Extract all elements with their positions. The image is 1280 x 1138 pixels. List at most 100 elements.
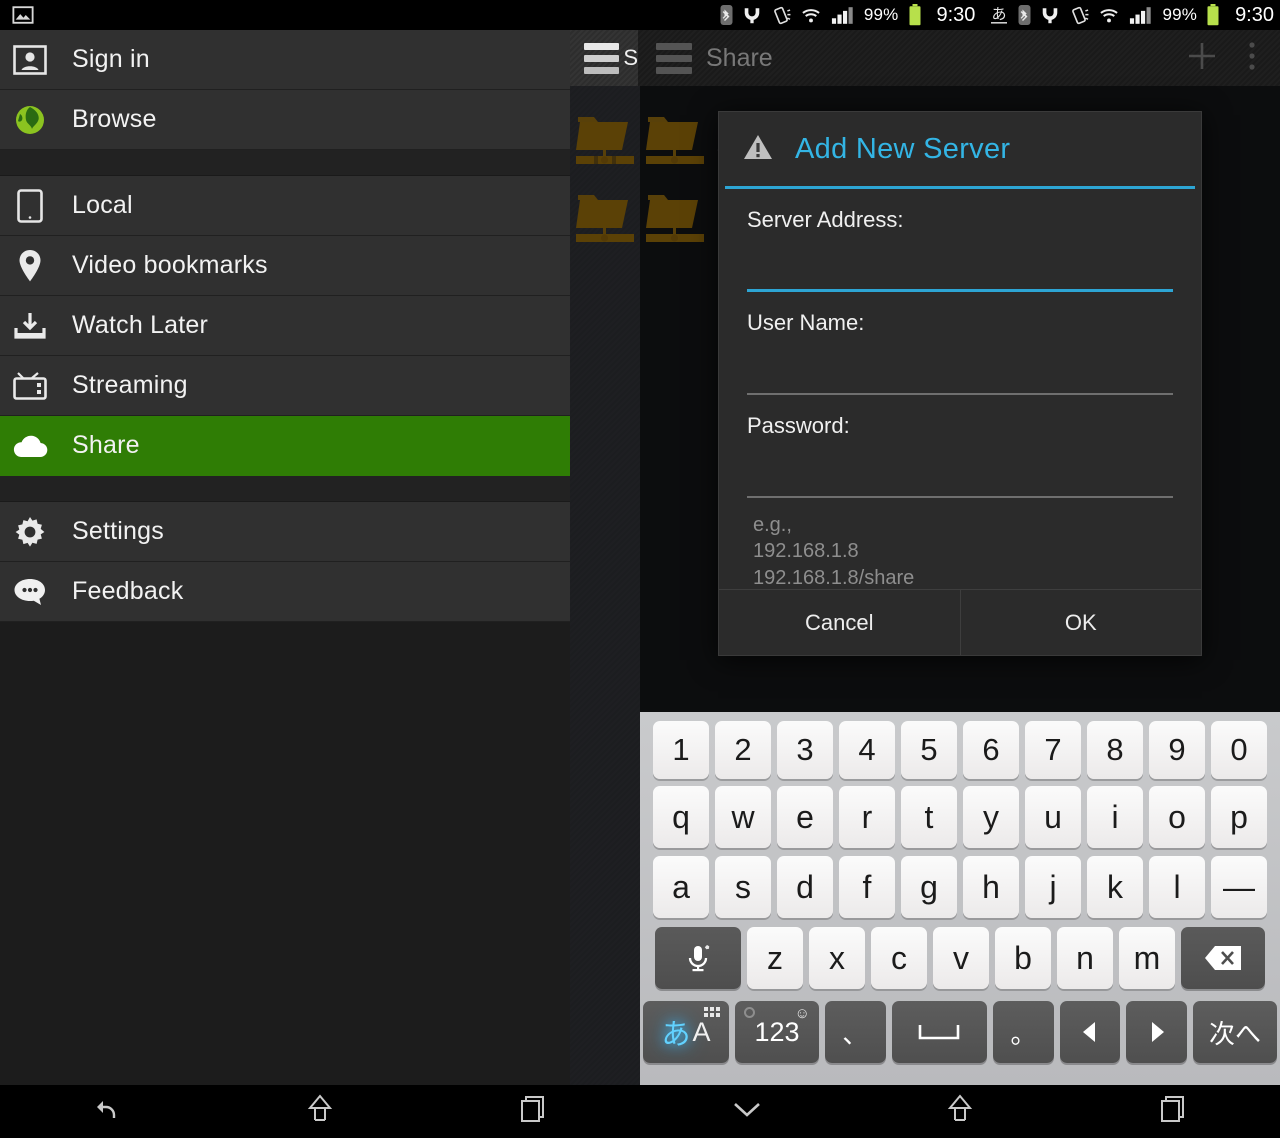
hide-keyboard-icon: [730, 1098, 764, 1125]
sidebar-item-feedback[interactable]: Feedback: [0, 562, 570, 622]
tablet-device-icon: [12, 188, 48, 224]
microphone-icon-key[interactable]: [655, 927, 741, 989]
backspace-icon-key[interactable]: [1181, 927, 1265, 989]
gallery-image-icon: [12, 4, 34, 26]
key-v[interactable]: v: [933, 927, 989, 989]
key-p[interactable]: p: [1211, 786, 1267, 848]
sidebar-item-local[interactable]: Local: [0, 176, 570, 236]
user-name-input[interactable]: [747, 340, 1173, 395]
sidebar-item-label: Video bookmarks: [72, 251, 268, 279]
key-e[interactable]: e: [777, 786, 833, 848]
sidebar-item-sign-in[interactable]: Sign in: [0, 30, 570, 90]
key-3[interactable]: 3: [777, 721, 833, 779]
sidebar-item-settings[interactable]: Settings: [0, 502, 570, 562]
server-address-input[interactable]: [747, 237, 1173, 292]
key-l[interactable]: l: [1149, 856, 1205, 918]
usb-tether-icon: [742, 6, 762, 25]
key-g[interactable]: g: [901, 856, 957, 918]
sidebar-item-share[interactable]: Share: [0, 416, 570, 476]
key-o[interactable]: o: [1149, 786, 1205, 848]
key-dash[interactable]: —: [1211, 856, 1267, 918]
location-pin-icon: [12, 248, 48, 284]
key-a[interactable]: a: [653, 856, 709, 918]
key-5[interactable]: 5: [901, 721, 957, 779]
hide-keyboard-button[interactable]: [640, 1098, 853, 1125]
dialog-body: Server Address: User Name: Password: e.g…: [719, 189, 1201, 591]
sidebar-item-label: Share: [72, 431, 140, 459]
key-y[interactable]: y: [963, 786, 1019, 848]
signal-icon: [831, 6, 855, 25]
key-q[interactable]: q: [653, 786, 709, 848]
device-screenshot: 99% 9:30 あ 99% 9:30 Sign in Browse Local…: [0, 0, 1280, 1138]
sidebar-item-streaming[interactable]: Streaming: [0, 356, 570, 416]
japanese-period-key[interactable]: 。: [993, 1001, 1054, 1063]
key-t[interactable]: t: [901, 786, 957, 848]
ok-button[interactable]: OK: [959, 590, 1201, 655]
key-1[interactable]: 1: [653, 721, 709, 779]
keyboard-row-numbers: 1234567890: [640, 712, 1280, 782]
recents-button[interactable]: [1067, 1094, 1280, 1129]
television-icon: [12, 368, 48, 404]
key-6[interactable]: 6: [963, 721, 1019, 779]
home-button[interactable]: [213, 1093, 426, 1130]
status-icons-right-screen: あ 99% 9:30: [989, 4, 1280, 27]
key-7[interactable]: 7: [1025, 721, 1081, 779]
hint-line-2: 192.168.1.8: [753, 540, 859, 563]
key-4[interactable]: 4: [839, 721, 895, 779]
space-bar-key[interactable]: [891, 1001, 988, 1063]
globe-icon: [12, 102, 48, 138]
arrow-left-key[interactable]: [1059, 1001, 1121, 1063]
key-k[interactable]: k: [1087, 856, 1143, 918]
overflow-menu-icon[interactable]: [1248, 40, 1256, 77]
key-f[interactable]: f: [839, 856, 895, 918]
password-input[interactable]: [747, 443, 1173, 498]
hamburger-menu-icon: [584, 42, 620, 74]
key-m[interactable]: m: [1119, 927, 1175, 989]
sidebar-item-watch-later[interactable]: Watch Later: [0, 296, 570, 356]
keyboard-grid-icon: [703, 1007, 720, 1019]
key-2[interactable]: 2: [715, 721, 771, 779]
key-u[interactable]: u: [1025, 786, 1081, 848]
arrow-right-key[interactable]: [1126, 1001, 1187, 1063]
key-8[interactable]: 8: [1087, 721, 1143, 779]
status-icons-left-screen: 99% 9:30: [720, 4, 990, 27]
key-r[interactable]: r: [839, 786, 895, 848]
key-x[interactable]: x: [809, 927, 865, 989]
status-bar: 99% 9:30 あ 99% 9:30: [0, 0, 1280, 30]
key-n[interactable]: n: [1057, 927, 1113, 989]
sidebar-item-browse[interactable]: Browse: [0, 90, 570, 150]
key-b[interactable]: b: [995, 927, 1051, 989]
sidebar-item-label: Sign in: [72, 45, 150, 73]
key-0[interactable]: 0: [1211, 721, 1267, 779]
sidebar-item-video-bookmarks[interactable]: Video bookmarks: [0, 236, 570, 296]
server-address-label: Server Address:: [747, 207, 904, 232]
ime-language-toggle-key[interactable]: あ A: [643, 1001, 729, 1063]
key-j[interactable]: j: [1025, 856, 1081, 918]
key-w[interactable]: w: [715, 786, 771, 848]
key-c[interactable]: c: [871, 927, 927, 989]
numeric-symbol-key[interactable]: 123 ☺: [734, 1001, 819, 1063]
recents-button[interactable]: [427, 1094, 640, 1129]
japanese-comma-key[interactable]: 、: [824, 1001, 886, 1063]
keyboard-row-bottom: あ A 123 ☺ 、 。 次へ: [640, 994, 1280, 1070]
next-field-key[interactable]: 次へ: [1192, 1001, 1277, 1063]
vibrate-icon: [1069, 6, 1089, 25]
key-i[interactable]: i: [1087, 786, 1143, 848]
wifi-icon: [1098, 6, 1120, 25]
action-bar-title-truncated: S: [623, 45, 638, 70]
back-button[interactable]: [0, 1095, 213, 1128]
hamburger-menu-icon[interactable]: [656, 42, 692, 74]
recents-icon: [1159, 1094, 1187, 1129]
ime-kana-label: あ: [661, 1019, 691, 1051]
key-z[interactable]: z: [747, 927, 803, 989]
home-button[interactable]: [853, 1093, 1066, 1130]
password-field-group: Password:: [725, 395, 1195, 498]
key-h[interactable]: h: [963, 856, 1019, 918]
key-d[interactable]: d: [777, 856, 833, 918]
key-s[interactable]: s: [715, 856, 771, 918]
key-9[interactable]: 9: [1149, 721, 1205, 779]
action-bar: S Share: [570, 30, 1280, 86]
plus-icon[interactable]: [1184, 38, 1220, 79]
drawer-toggle-button[interactable]: S: [570, 30, 638, 86]
cancel-button[interactable]: Cancel: [719, 590, 960, 655]
